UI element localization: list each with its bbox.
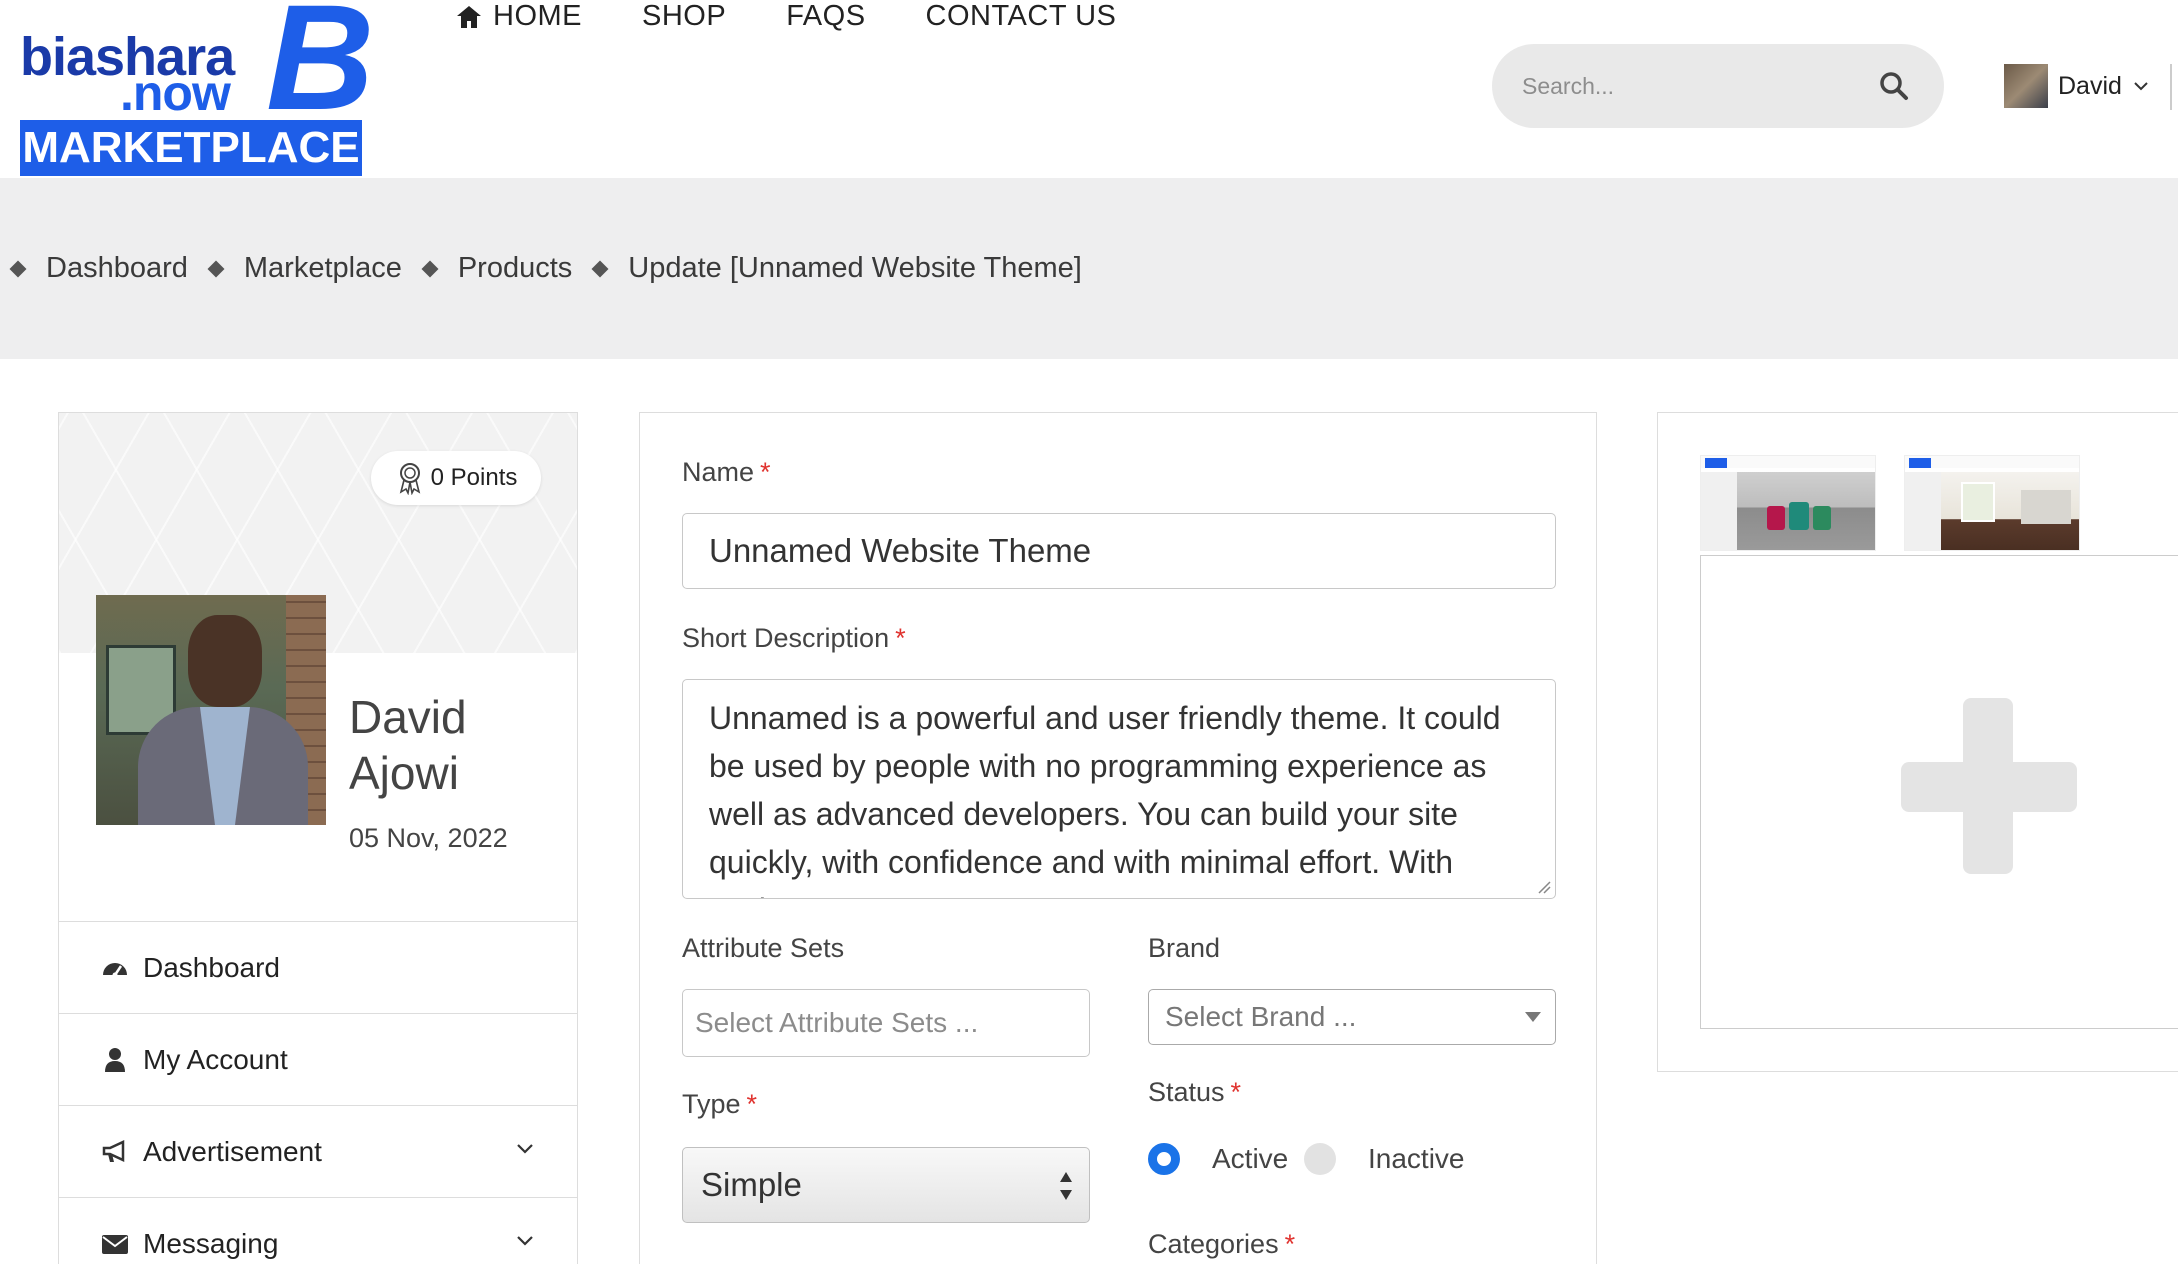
- caret-down-icon: [1525, 1012, 1541, 1022]
- diamond-icon: [207, 260, 225, 277]
- status-inactive-radio[interactable]: [1304, 1143, 1336, 1175]
- attribute-sets-label: Attribute Sets: [682, 933, 845, 963]
- search-input[interactable]: [1522, 64, 1862, 108]
- menu-label: Dashboard: [143, 951, 280, 983]
- up-down-arrows-icon: [1060, 1172, 1072, 1200]
- breadcrumb-label: Update [Unnamed Website Theme]: [628, 252, 1082, 284]
- profile-card: 0 Points David Ajowi 05 Nov, 2022 Dashbo…: [58, 412, 578, 1264]
- product-image-thumbnail[interactable]: [1700, 455, 1876, 551]
- points-label: 0 Points: [430, 464, 518, 491]
- user-icon: [105, 1047, 125, 1072]
- breadcrumb-label: Dashboard: [46, 252, 188, 284]
- product-image-thumbnail[interactable]: [1904, 455, 2080, 551]
- logo-b-mark: B: [266, 0, 375, 141]
- search-icon[interactable]: [1878, 70, 1910, 102]
- envelope-icon: [102, 1234, 128, 1254]
- resize-handle-icon[interactable]: [1537, 880, 1551, 894]
- type-label: Type *: [682, 1089, 758, 1119]
- megaphone-icon: [102, 1139, 125, 1162]
- nav-contact[interactable]: CONTACT US: [926, 0, 1117, 33]
- status-inactive-label: Inactive: [1368, 1143, 1465, 1174]
- nav-faqs[interactable]: FAQS: [786, 0, 865, 33]
- menu-item-dashboard[interactable]: Dashboard: [59, 921, 577, 1013]
- home-icon: [457, 5, 481, 28]
- header-divider: [2170, 64, 2172, 110]
- plus-icon: [1901, 762, 2077, 812]
- site-logo[interactable]: B biashara .now MARKETPLACE: [20, 0, 374, 178]
- short-description-text: Unnamed is a powerful and user friendly …: [709, 700, 1501, 898]
- logo-marketplace-badge: MARKETPLACE: [20, 120, 362, 176]
- diamond-icon: [9, 260, 27, 277]
- diamond-icon: [421, 260, 439, 277]
- categories-label: Categories *: [1148, 1229, 1296, 1259]
- chevron-down-icon: [517, 1236, 533, 1246]
- status-active-label: Active: [1212, 1143, 1289, 1174]
- nav-home-label: HOME: [493, 0, 582, 32]
- award-icon: [399, 463, 420, 495]
- nav-home[interactable]: HOME: [455, 0, 582, 33]
- status-active-radio[interactable]: [1148, 1143, 1180, 1175]
- site-header: B biashara .now MARKETPLACE HOME SHOP FA…: [0, 0, 2178, 178]
- profile-last-name: Ajowi: [349, 747, 459, 799]
- user-name: David: [2058, 71, 2122, 100]
- breadcrumb-item-products[interactable]: Products: [421, 252, 573, 285]
- type-value: Simple: [701, 1166, 802, 1203]
- name-input[interactable]: [682, 513, 1556, 589]
- breadcrumb-item-marketplace[interactable]: Marketplace: [207, 252, 402, 285]
- nav-shop[interactable]: SHOP: [642, 0, 726, 33]
- product-images-card: [1657, 412, 2178, 1072]
- breadcrumb-band: Dashboard Marketplace Products Update [U…: [0, 178, 2178, 359]
- breadcrumb-item-current: Update [Unnamed Website Theme]: [591, 252, 1082, 285]
- user-menu[interactable]: David: [2004, 64, 2150, 108]
- chevron-down-icon: [2134, 82, 2148, 91]
- dashboard-icon: [103, 962, 127, 977]
- chevron-down-icon: [517, 1144, 533, 1154]
- status-label: Status *: [1148, 1077, 1242, 1107]
- name-label: Name *: [682, 457, 771, 487]
- main-nav: HOME SHOP FAQS CONTACT US: [455, 0, 1116, 33]
- menu-item-messaging[interactable]: Messaging: [59, 1197, 577, 1264]
- short-description-label: Short Description *: [682, 623, 906, 653]
- menu-item-advertisement[interactable]: Advertisement: [59, 1105, 577, 1197]
- profile-name: David Ajowi: [349, 689, 549, 801]
- diamond-icon: [591, 260, 609, 277]
- menu-label: Advertisement: [143, 1135, 322, 1167]
- profile-menu: Dashboard My Account Advertisement Messa…: [59, 921, 577, 1264]
- product-form: Name* Short Description* Unnamed is a po…: [639, 412, 1597, 1264]
- menu-label: Messaging: [143, 1227, 279, 1259]
- profile-join-date: 05 Nov, 2022: [349, 823, 508, 853]
- user-avatar: [2004, 64, 2048, 108]
- type-select[interactable]: Simple: [682, 1147, 1090, 1223]
- profile-avatar: [96, 595, 326, 825]
- breadcrumb-label: Marketplace: [243, 252, 402, 284]
- breadcrumb-item-dashboard[interactable]: Dashboard: [9, 252, 188, 285]
- menu-label: My Account: [143, 1043, 288, 1075]
- profile-first-name: David: [349, 691, 467, 743]
- brand-select[interactable]: Select Brand ...: [1148, 989, 1556, 1045]
- menu-item-my-account[interactable]: My Account: [59, 1013, 577, 1105]
- points-badge: 0 Points: [371, 451, 541, 505]
- breadcrumb-label: Products: [457, 252, 573, 284]
- breadcrumb: Dashboard Marketplace Products Update [U…: [9, 252, 1104, 285]
- brand-label: Brand: [1148, 933, 1221, 963]
- logo-word-now: .now: [120, 65, 231, 121]
- search-box: [1492, 44, 1944, 128]
- image-upload-dropzone[interactable]: [1700, 555, 2178, 1029]
- short-description-textarea[interactable]: Unnamed is a powerful and user friendly …: [682, 679, 1556, 899]
- attribute-sets-select[interactable]: Select Attribute Sets ...: [682, 989, 1090, 1057]
- brand-placeholder: Select Brand ...: [1165, 1001, 1357, 1032]
